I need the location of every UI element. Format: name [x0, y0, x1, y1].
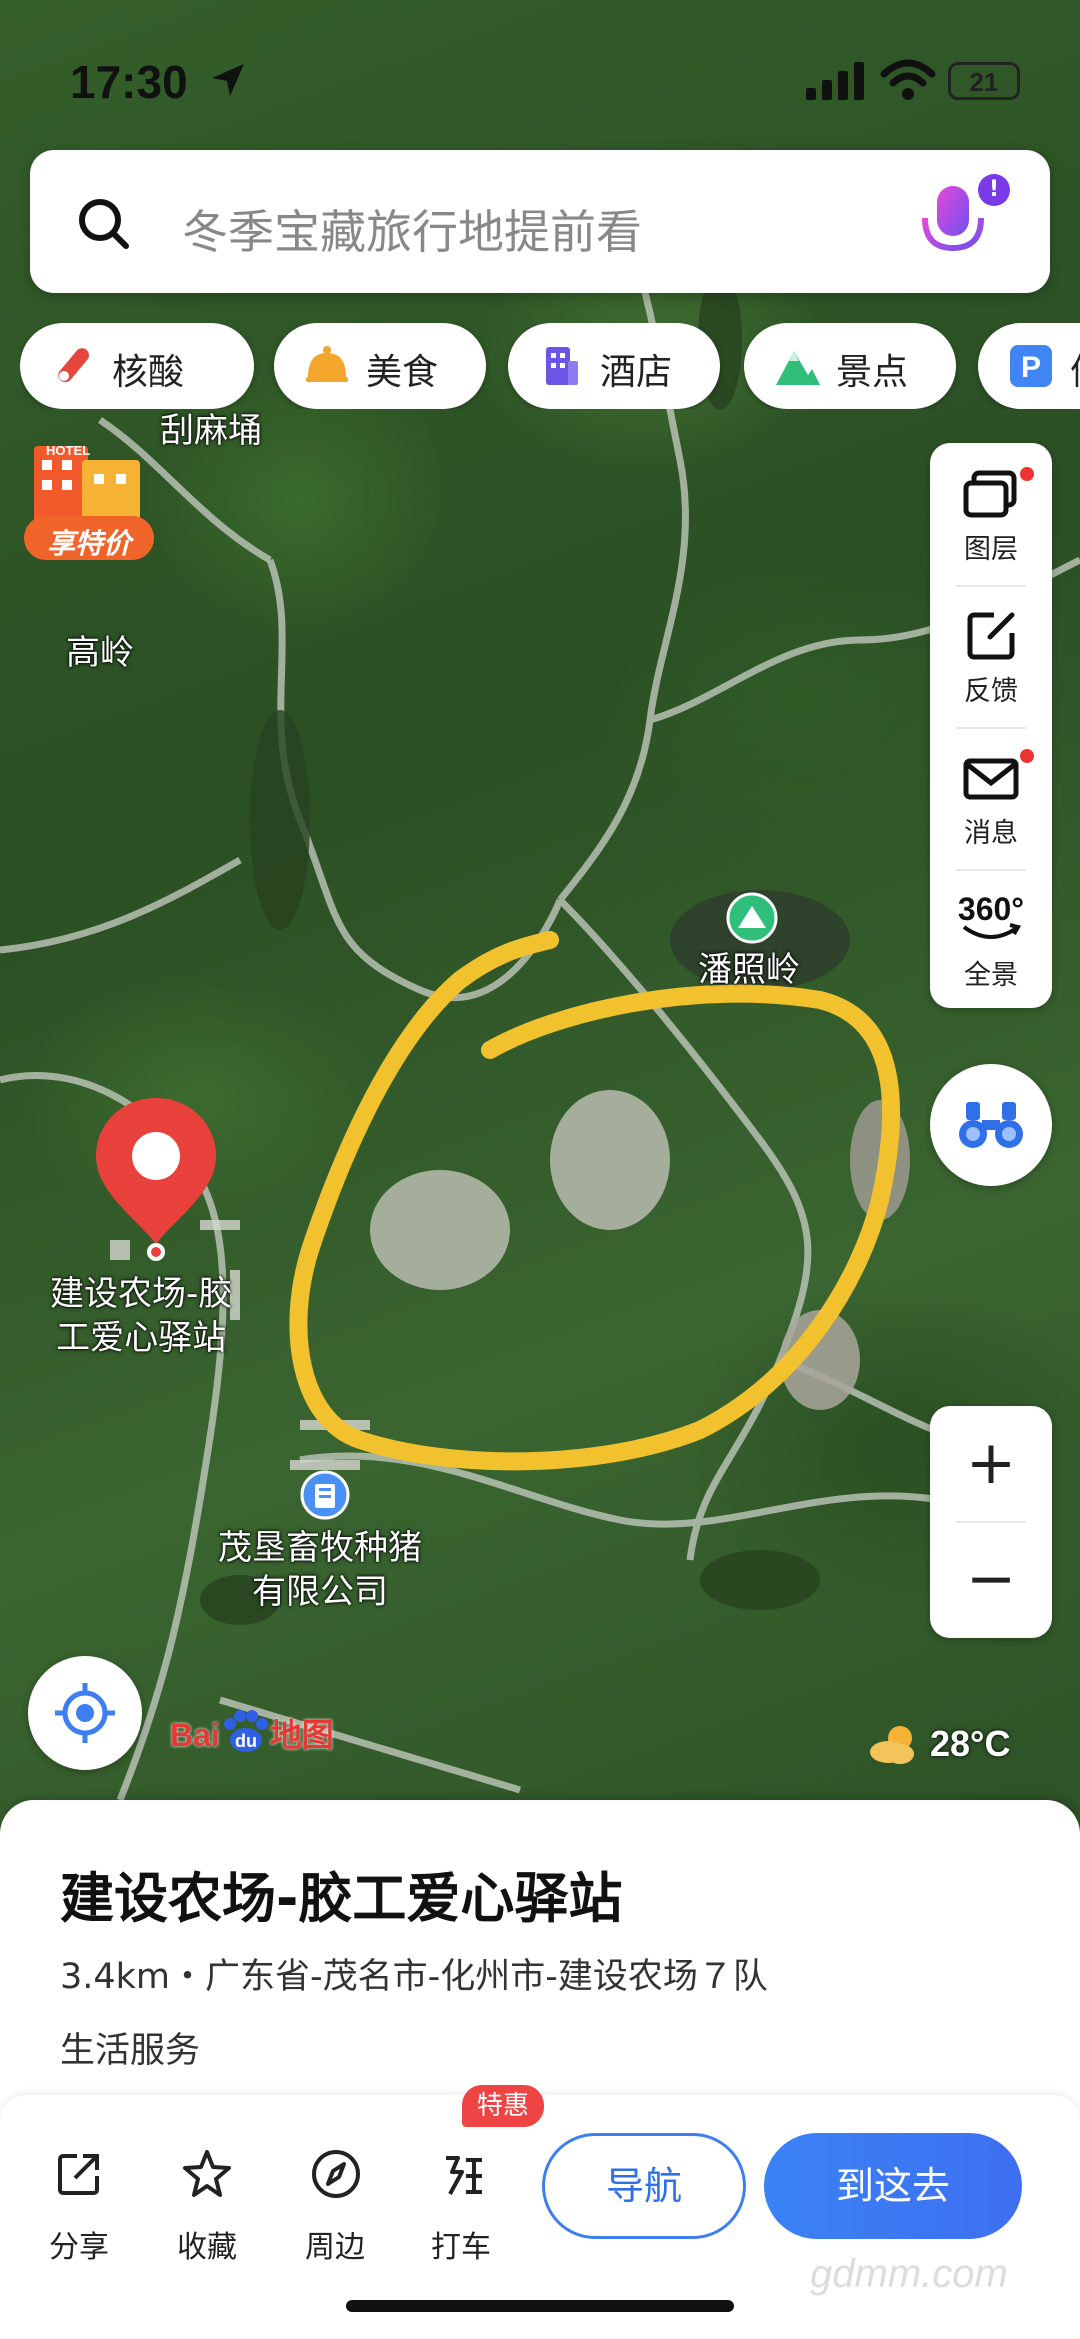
- action-label: 分享: [49, 2230, 109, 2265]
- map-tools-panel: 图层 反馈 消息 360° 全景: [930, 443, 1052, 1008]
- tool-label: 图层: [964, 534, 1018, 565]
- zoom-in-button[interactable]: +: [930, 1406, 1052, 1520]
- cellular-signal-icon: [806, 62, 864, 100]
- pin-label-line2: 工爱心驿站: [56, 1318, 227, 1358]
- star-icon: [183, 2150, 231, 2197]
- place-label-gaoling[interactable]: 高岭: [66, 631, 134, 675]
- pin-label[interactable]: 建设农场-胶 工爱心驿站: [50, 1272, 232, 1360]
- hotel-promo[interactable]: HOTEL 享特价: [22, 440, 156, 564]
- feedback-icon: [967, 612, 1015, 660]
- compass-icon: [312, 2150, 360, 2198]
- tool-label: 全景: [964, 960, 1018, 991]
- chip-label: 酒店: [600, 352, 673, 393]
- logo-text-ditu: 地图: [269, 1717, 334, 1753]
- test-tube-icon: [58, 348, 89, 383]
- taxi-icon: [446, 2156, 482, 2195]
- paw-icon: du: [223, 1710, 268, 1752]
- go-here-button[interactable]: 到这去: [764, 2133, 1022, 2239]
- wifi-icon: [880, 59, 936, 100]
- poi-category: 生活服务: [60, 2031, 201, 2071]
- chip-food[interactable]: 美食: [274, 323, 486, 409]
- tool-label: 消息: [964, 818, 1018, 849]
- pin-label-line1: 建设农场-胶: [50, 1274, 233, 1314]
- layers-badge: [1020, 467, 1034, 481]
- chip-parking[interactable]: P 停: [978, 323, 1080, 409]
- logo-text-bai: Bai: [170, 1717, 220, 1753]
- chip-label: 景点: [836, 352, 909, 393]
- chip-hotel[interactable]: 酒店: [508, 323, 720, 409]
- food-dome-icon: [306, 346, 348, 382]
- place-label-guamayong[interactable]: 刮麻埇: [160, 409, 262, 453]
- tool-layers[interactable]: 图层: [930, 443, 1052, 583]
- poi-address: 3.4km・广东省-茂名市-化州市-建设农场７队: [60, 1957, 768, 1997]
- scenic-spot-icon[interactable]: [726, 892, 778, 944]
- battery-icon: 21: [948, 62, 1020, 100]
- zoom-controls: + −: [930, 1406, 1052, 1638]
- category-chips: 核酸 美食 酒店 景点 P 停: [20, 323, 1080, 409]
- hotel-tag: HOTEL: [46, 443, 91, 458]
- company-label-line1: 茂垦畜牧种猪: [218, 1528, 422, 1568]
- chip-label: 停: [1070, 343, 1080, 395]
- search-icon: [79, 199, 129, 249]
- action-label: 收藏: [177, 2230, 237, 2265]
- company-poi-icon[interactable]: [300, 1470, 350, 1522]
- tool-label: 反馈: [964, 676, 1018, 707]
- zoom-out-button[interactable]: −: [930, 1522, 1052, 1636]
- place-label-panzhaoling[interactable]: 潘照岭: [698, 948, 800, 992]
- tool-messages[interactable]: 消息: [930, 727, 1052, 867]
- search-bar[interactable]: 冬季宝藏旅行地提前看: [30, 150, 1050, 293]
- hotel-building-icon: [546, 347, 578, 385]
- crosshair-icon: [55, 1683, 115, 1743]
- message-icon: [963, 758, 1019, 800]
- share-icon: [58, 2154, 99, 2195]
- action-label: 周边: [305, 2230, 365, 2265]
- svg-text:P: P: [1021, 351, 1041, 384]
- mic-alert-badge: !: [978, 174, 1010, 206]
- status-time: 17:30: [70, 56, 188, 108]
- chip-nucleic-test[interactable]: 核酸: [20, 323, 254, 409]
- chip-label: 美食: [366, 352, 439, 393]
- watermark: gdmm.com: [810, 2252, 1008, 2296]
- mountain-icon: [776, 351, 820, 385]
- action-label: 打车: [431, 2230, 491, 2265]
- company-label-line2: 有限公司: [252, 1572, 388, 1612]
- battery-level: 21: [969, 67, 999, 97]
- messages-badge: [1020, 749, 1034, 763]
- company-label[interactable]: 茂垦畜牧种猪 有限公司: [218, 1526, 422, 1614]
- location-pin-icon[interactable]: [92, 1094, 220, 1264]
- chip-scenic[interactable]: 景点: [744, 323, 956, 409]
- search-placeholder: 冬季宝藏旅行地提前看: [182, 205, 642, 259]
- weather-temperature: 28°C: [930, 1723, 1011, 1764]
- location-arrow-icon: [212, 64, 244, 96]
- tool-feedback[interactable]: 反馈: [930, 585, 1052, 725]
- chip-label: 核酸: [112, 352, 185, 393]
- binoculars-icon: [959, 1102, 1023, 1148]
- layers-icon: [963, 470, 1017, 518]
- navigate-button[interactable]: 导航: [542, 2133, 746, 2239]
- promo-badge: 特惠: [462, 2085, 544, 2127]
- baidu-map-logo: Bai du 地图: [170, 1710, 334, 1756]
- weather-cloudy-sun-icon: [870, 1726, 914, 1764]
- parking-icon: P: [1010, 345, 1052, 387]
- hotel-promo-label: 享特价: [46, 527, 131, 560]
- panorama-arc-icon: [962, 923, 1022, 939]
- home-indicator[interactable]: [346, 2300, 734, 2312]
- status-bar: 17:30 21: [0, 0, 1080, 150]
- explore-button[interactable]: [930, 1064, 1052, 1186]
- svg-text:du: du: [235, 1731, 257, 1751]
- tool-panorama[interactable]: 360° 全景: [930, 869, 1052, 1009]
- locate-me-button[interactable]: [28, 1656, 142, 1770]
- poi-title: 建设农场-胶工爱心驿站: [60, 1867, 623, 1930]
